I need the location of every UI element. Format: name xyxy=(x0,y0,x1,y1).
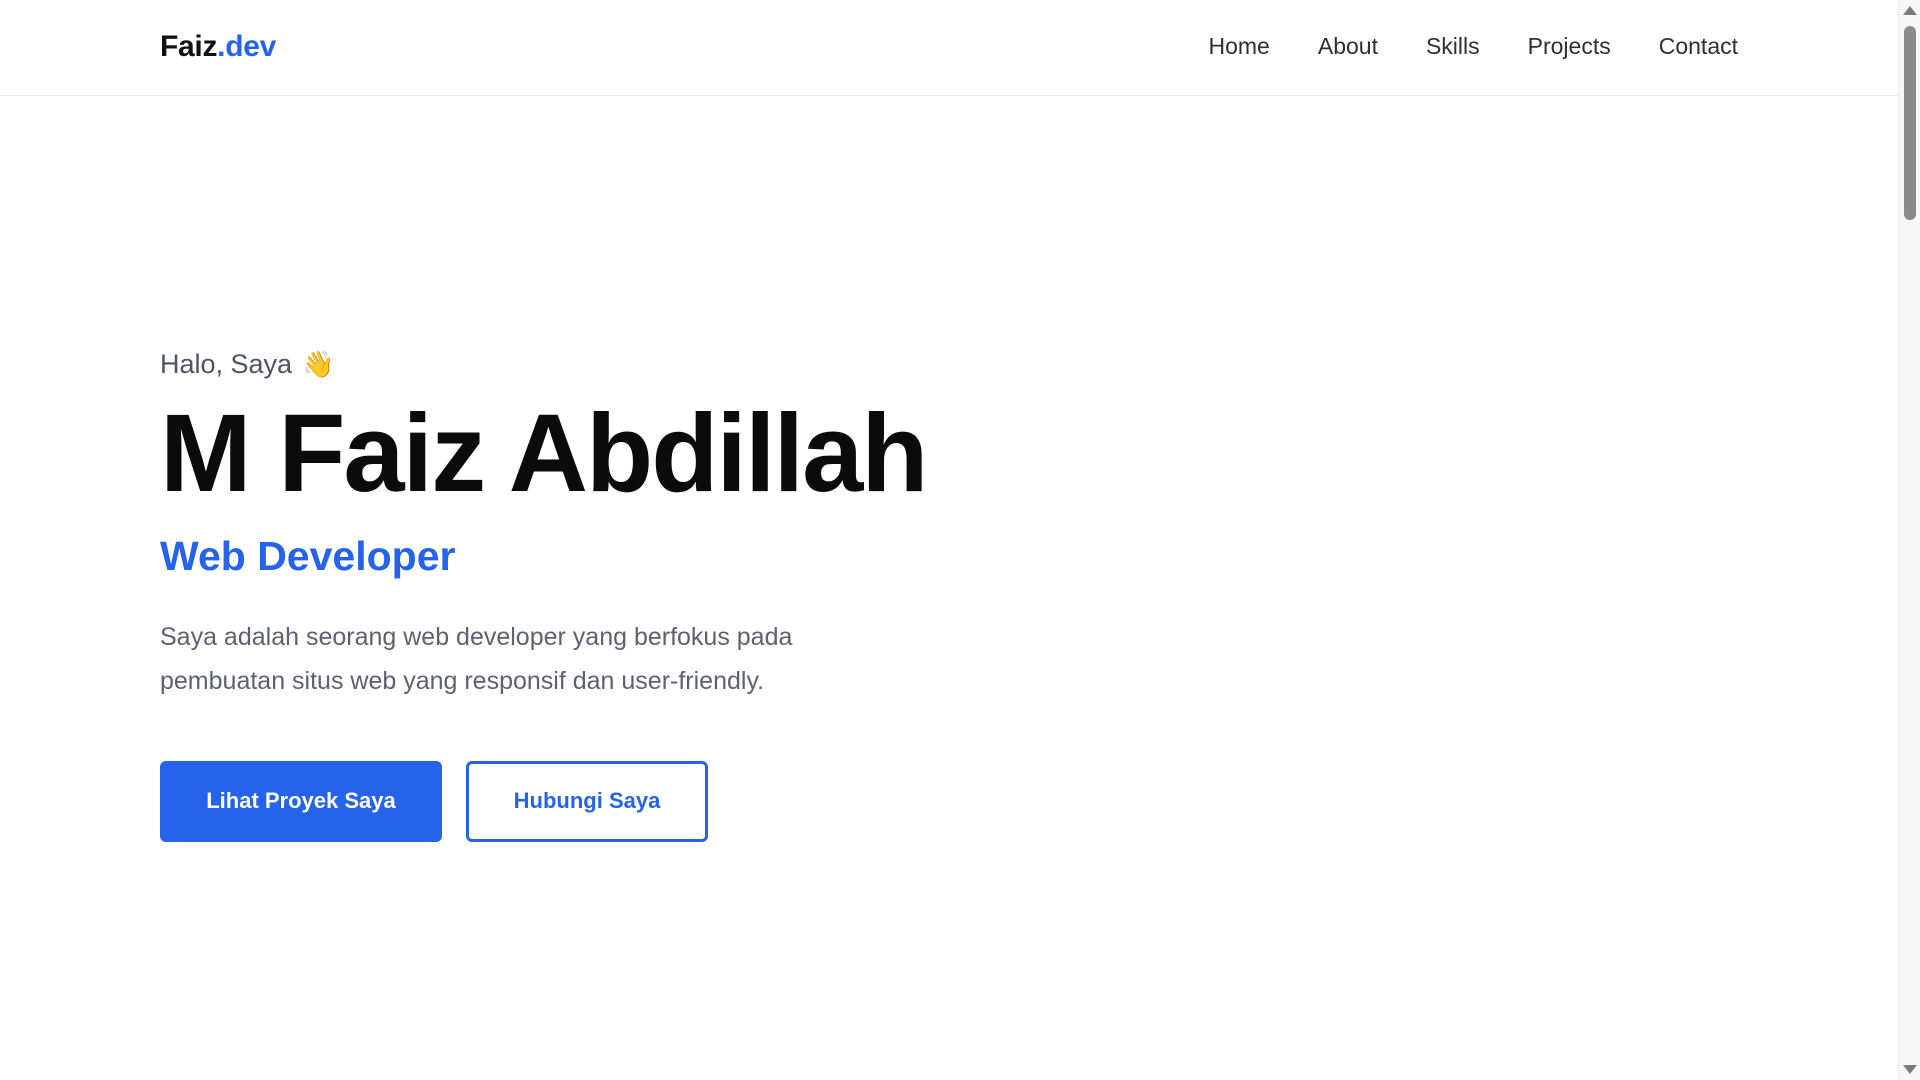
scroll-up-arrow-icon[interactable] xyxy=(1903,6,1917,15)
hero-description: Saya adalah seorang web developer yang b… xyxy=(160,622,793,695)
vertical-scrollbar[interactable] xyxy=(1898,0,1920,1080)
contact-me-button[interactable]: Hubungi Saya xyxy=(466,760,708,842)
brand-name: Faiz xyxy=(160,30,218,63)
brand-suffix: .dev xyxy=(217,30,276,63)
hero-actions: Lihat Proyek Saya Hubungi Saya xyxy=(160,760,1060,842)
nav-link-skills[interactable]: Skills xyxy=(1426,33,1480,60)
hero-role: Web Developer xyxy=(160,532,456,579)
view-projects-button[interactable]: Lihat Proyek Saya xyxy=(160,760,442,842)
nav-link-projects[interactable]: Projects xyxy=(1528,33,1611,60)
hero-section: Halo, Saya 👋 M Faiz Abdillah Web Develop… xyxy=(160,344,1060,842)
hero-greeting: Halo, Saya 👋 xyxy=(160,344,1060,384)
browser-viewport: Faiz.dev Home About Skills Projects Cont… xyxy=(0,0,1920,1080)
hero-name: M Faiz Abdillah xyxy=(160,392,928,515)
greeting-text: Halo, Saya xyxy=(160,348,293,379)
scroll-down-arrow-icon[interactable] xyxy=(1903,1065,1917,1074)
brand-logo[interactable]: Faiz.dev xyxy=(160,30,276,64)
waving-hand-icon: 👋 xyxy=(302,348,335,379)
nav-link-contact[interactable]: Contact xyxy=(1659,33,1738,60)
nav-link-home[interactable]: Home xyxy=(1209,33,1270,60)
portfolio-page: Faiz.dev Home About Skills Projects Cont… xyxy=(0,0,1898,1080)
nav-link-about[interactable]: About xyxy=(1318,33,1378,60)
main-nav: Home About Skills Projects Contact xyxy=(1209,33,1739,60)
navbar: Faiz.dev Home About Skills Projects Cont… xyxy=(0,0,1898,96)
scrollbar-thumb[interactable] xyxy=(1904,26,1916,220)
